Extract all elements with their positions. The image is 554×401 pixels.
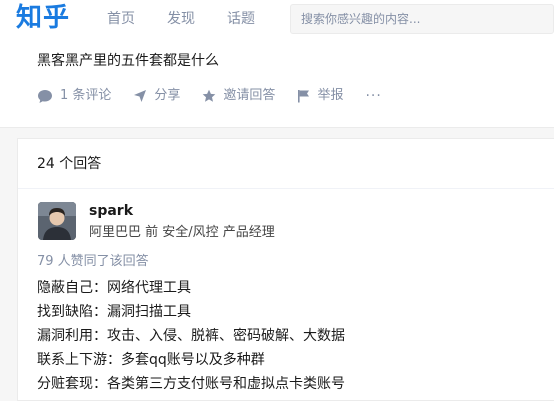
search-box xyxy=(290,4,554,34)
answer-line: 分赃套现：各类第三方支付账号和虚拟点卡类账号 xyxy=(37,376,345,392)
comment-icon xyxy=(38,89,52,103)
share-button[interactable]: 分享 xyxy=(133,87,180,105)
comment-count-label: 1 条评论 xyxy=(60,88,112,103)
top-navigation-bar: 知乎 首页 发现 话题 xyxy=(0,0,554,38)
more-options-button[interactable]: ··· xyxy=(365,88,381,104)
report-button[interactable]: 举报 xyxy=(297,87,343,105)
answer-line: 找到缺陷：漏洞扫描工具 xyxy=(37,304,191,320)
answer-line: 联系上下游：多套qq账号以及多种群 xyxy=(37,352,265,368)
answer-count: 24 个回答 xyxy=(18,139,554,189)
voters-count[interactable]: 79 人赞同了该回答 xyxy=(37,253,149,271)
answer-content: 隐蔽自己：网络代理工具 找到缺陷：漏洞扫描工具 漏洞利用：攻击、入侵、脱裤、密码… xyxy=(37,276,345,396)
star-icon xyxy=(203,89,216,102)
question-title[interactable]: 黑客黑产里的五件套都是什么 xyxy=(37,52,219,70)
comment-button[interactable]: 1 条评论 xyxy=(37,87,111,105)
author-name[interactable]: spark xyxy=(89,202,133,220)
report-label: 举报 xyxy=(317,88,344,103)
answer-line: 隐蔽自己：网络代理工具 xyxy=(37,280,191,296)
nav-discover[interactable]: 发现 xyxy=(167,10,195,28)
zhihu-logo[interactable]: 知乎 xyxy=(16,1,70,35)
question-card: 黑客黑产里的五件套都是什么 1 条评论 分享 邀请回答 举报 ··· xyxy=(0,38,554,128)
search-input[interactable] xyxy=(291,5,553,33)
avatar[interactable] xyxy=(38,202,76,240)
nav-topic[interactable]: 话题 xyxy=(227,10,255,28)
share-label: 分享 xyxy=(154,88,181,103)
invite-answer-button[interactable]: 邀请回答 xyxy=(202,87,275,105)
invite-answer-label: 邀请回答 xyxy=(223,88,276,103)
nav-home[interactable]: 首页 xyxy=(107,10,135,28)
answers-card: 24 个回答 spark 阿里巴巴 前 安全/风控 产品经理 79 人赞同了该回… xyxy=(17,138,554,401)
avatar-image xyxy=(38,202,76,240)
question-actions: 1 条评论 分享 邀请回答 举报 ··· xyxy=(37,86,382,106)
flag-icon xyxy=(298,90,310,103)
share-icon xyxy=(134,90,147,102)
author-bio: 阿里巴巴 前 安全/风控 产品经理 xyxy=(89,225,275,240)
answer-line: 漏洞利用：攻击、入侵、脱裤、密码破解、大数据 xyxy=(37,328,345,344)
